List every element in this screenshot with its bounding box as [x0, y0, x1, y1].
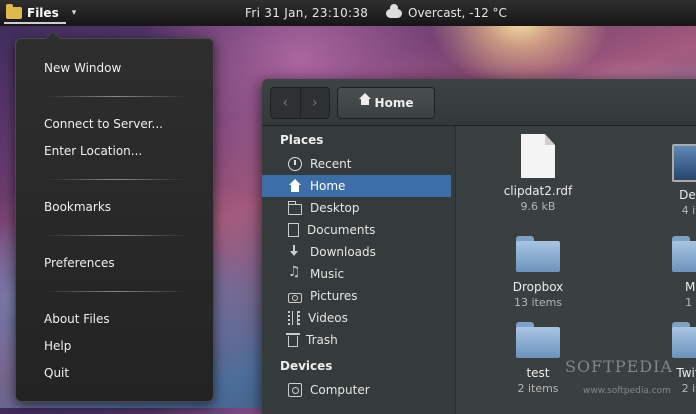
file-name: Mu [685, 280, 696, 294]
back-button[interactable]: ‹ [271, 88, 300, 118]
nav-buttons: ‹ › [270, 87, 330, 119]
menu-item-help[interactable]: Help [44, 339, 71, 353]
clock-icon [288, 157, 302, 171]
path-label: Home [374, 96, 414, 110]
sidebar-item-downloads[interactable]: Downloads [262, 241, 451, 263]
sidebar-item-label: Desktop [310, 201, 360, 215]
cloud-icon [386, 3, 402, 18]
sidebar-item-recent[interactable]: Recent [262, 153, 451, 175]
computer-icon [288, 383, 302, 397]
chevron-left-icon: ‹ [282, 95, 289, 111]
file-item[interactable]: Dropbox 13 items [488, 230, 588, 309]
folder-icon [672, 236, 696, 272]
sidebar: Places Recent Home Desktop Documents Dow… [262, 126, 456, 414]
top-panel: Files ▾ Fri 31 Jan, 23:10:38 Overcast, -… [0, 0, 696, 26]
chevron-right-icon: › [311, 95, 318, 111]
menu-separator [46, 179, 186, 180]
file-item[interactable]: Twitte 2 ite [644, 316, 696, 395]
file-meta: 9.6 kB [520, 200, 556, 213]
sidebar-item-label: Recent [310, 157, 352, 171]
sidebar-item-label: Videos [308, 311, 348, 325]
desktop-folder-icon [672, 144, 696, 182]
document-icon [521, 134, 555, 178]
popup-pointer [45, 31, 61, 39]
weather-indicator[interactable]: Overcast, -12 °C [386, 3, 507, 20]
file-name: clipdat2.rdf [503, 184, 573, 198]
music-icon [288, 264, 302, 281]
sidebar-item-pictures[interactable]: Pictures [262, 285, 451, 307]
menu-item-new-window[interactable]: New Window [44, 61, 121, 75]
menu-separator [46, 96, 186, 97]
menu-item-connect-to-server[interactable]: Connect to Server... [44, 117, 163, 131]
watermark-url: www.softpedia.com [583, 386, 671, 396]
home-icon [288, 179, 302, 193]
sidebar-item-computer[interactable]: Computer [262, 379, 451, 401]
menu-item-preferences[interactable]: Preferences [44, 256, 115, 270]
toolbar: ‹ › Home [262, 79, 696, 126]
app-menu-button[interactable]: Files ▾ [6, 3, 76, 23]
menu-separator [46, 235, 186, 236]
menu-item-about-files[interactable]: About Files [44, 312, 110, 326]
home-icon [358, 93, 371, 108]
weather-text: Overcast, -12 °C [408, 6, 507, 20]
trash-icon [286, 333, 300, 347]
sidebar-item-label: Home [310, 179, 346, 193]
app-name: Files [27, 6, 59, 20]
sidebar-item-label: Documents [307, 223, 376, 237]
file-item[interactable]: Desk 4 ite [644, 134, 696, 217]
menu-item-quit[interactable]: Quit [44, 366, 69, 380]
sidebar-item-desktop[interactable]: Desktop [262, 197, 451, 219]
clock[interactable]: Fri 31 Jan, 23:10:38 [245, 6, 368, 20]
file-meta: 4 ite [681, 204, 696, 217]
sidebar-item-documents[interactable]: Documents [262, 219, 451, 241]
file-meta: 13 items [513, 296, 563, 309]
sidebar-item-label: Pictures [310, 289, 358, 303]
menu-item-bookmarks[interactable]: Bookmarks [44, 200, 111, 214]
folder-icon [672, 322, 696, 358]
sidebar-item-trash[interactable]: Trash [262, 329, 451, 351]
sidebar-item-home[interactable]: Home [262, 175, 451, 197]
folder-icon [6, 4, 22, 19]
sidebar-item-label: Computer [310, 383, 370, 397]
sidebar-item-label: Trash [306, 333, 338, 347]
menu-separator [46, 291, 186, 292]
sidebar-item-label: Music [310, 267, 345, 281]
file-meta: 2 items [517, 382, 559, 395]
file-item[interactable]: Mu 1 it [644, 230, 696, 309]
sidebar-item-label: Downloads [310, 245, 376, 259]
download-icon [288, 245, 302, 259]
devices-heading: Devices [280, 359, 333, 373]
sidebar-item-music[interactable]: Music [262, 263, 451, 285]
menu-item-enter-location[interactable]: Enter Location... [44, 144, 142, 158]
forward-button[interactable]: › [299, 88, 330, 118]
places-heading: Places [280, 133, 324, 147]
folder-icon [516, 236, 560, 272]
film-icon [288, 311, 300, 325]
sidebar-item-videos[interactable]: Videos [262, 307, 451, 329]
path-home-button[interactable]: Home [337, 87, 435, 119]
folder-icon [516, 322, 560, 358]
app-menu-underline [4, 22, 66, 24]
file-meta: 1 it [685, 296, 696, 309]
app-menu-popup: New Window Connect to Server... Enter Lo… [15, 31, 214, 402]
watermark: SOFTPEDIA [565, 357, 673, 376]
file-name: Desk [679, 188, 696, 202]
file-item[interactable]: clipdat2.rdf 9.6 kB [488, 134, 588, 213]
file-name: Dropbox [512, 280, 564, 294]
document-icon [288, 223, 299, 237]
file-item[interactable]: test 2 items [488, 316, 588, 395]
chevron-down-icon: ▾ [71, 8, 77, 18]
camera-icon [288, 292, 302, 303]
folder-icon [288, 201, 302, 215]
